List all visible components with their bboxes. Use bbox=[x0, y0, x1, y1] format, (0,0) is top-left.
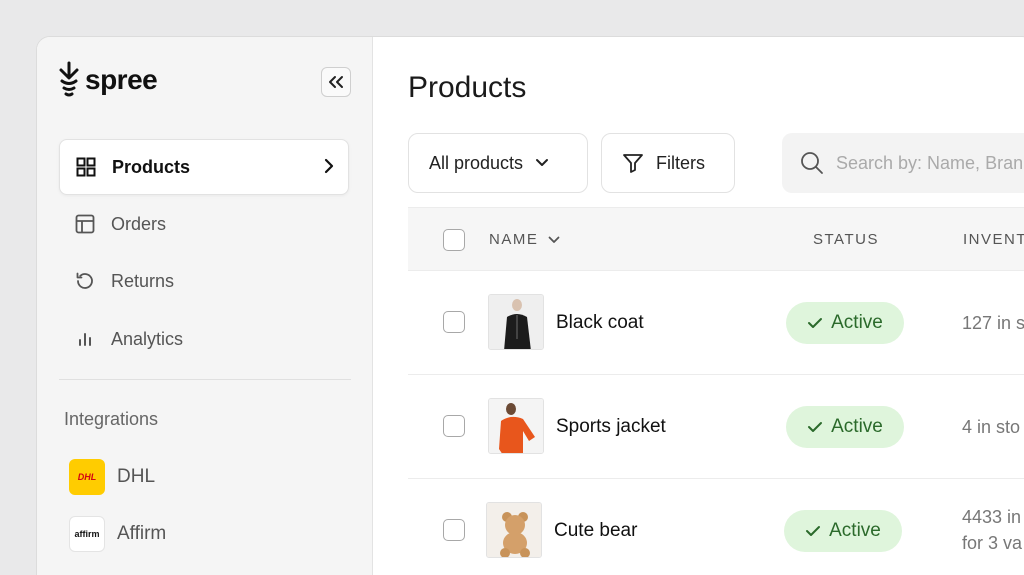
check-icon bbox=[806, 526, 821, 536]
sidebar-item-analytics[interactable]: Analytics bbox=[59, 311, 349, 367]
table-row[interactable]: Cute bear Active 4433 in for 3 va bbox=[408, 479, 1024, 575]
sidebar-item-label: Analytics bbox=[111, 328, 184, 349]
integration-dhl[interactable]: DHL DHL bbox=[69, 459, 155, 495]
filters-label: Filters bbox=[656, 152, 705, 173]
product-thumbnail bbox=[488, 294, 544, 350]
bar-chart-icon bbox=[79, 333, 91, 346]
integration-label: DHL bbox=[117, 466, 156, 487]
products-table: NAME STATUS INVENT Black coat Active 127… bbox=[408, 207, 1024, 575]
status-badge: Active bbox=[784, 510, 902, 552]
check-icon bbox=[808, 318, 823, 328]
inventory-line: 4433 in bbox=[962, 507, 1022, 527]
grid-icon bbox=[76, 157, 96, 177]
search-icon bbox=[801, 152, 823, 174]
chevron-down-icon bbox=[548, 236, 560, 243]
status-label: Active bbox=[831, 416, 883, 437]
collapse-sidebar-button[interactable] bbox=[321, 67, 351, 97]
sidebar-divider bbox=[59, 379, 351, 380]
table-row[interactable]: Black coat Active 127 in st bbox=[408, 271, 1024, 375]
search-placeholder: Search by: Name, Bran bbox=[836, 152, 1024, 173]
dhl-logo-icon: DHL bbox=[69, 459, 105, 495]
integration-label: Affirm bbox=[117, 523, 167, 544]
column-inventory-header[interactable]: INVENT bbox=[963, 231, 1024, 248]
sidebar-item-orders[interactable]: Orders bbox=[59, 196, 349, 252]
row-checkbox[interactable] bbox=[443, 519, 465, 541]
page-title: Products bbox=[408, 71, 527, 104]
sidebar-item-label: Products bbox=[112, 156, 191, 177]
product-name[interactable]: Sports jacket bbox=[556, 416, 666, 438]
column-name-label: NAME bbox=[489, 231, 539, 248]
table-header: NAME STATUS INVENT bbox=[408, 207, 1024, 271]
search-input[interactable]: Search by: Name, Bran bbox=[782, 133, 1024, 193]
sidebar-item-label: Orders bbox=[111, 213, 167, 234]
affirm-logo-icon: affirm bbox=[69, 516, 105, 552]
spree-logo-icon bbox=[59, 61, 79, 97]
integration-affirm[interactable]: affirm Affirm bbox=[69, 516, 166, 552]
column-status-header[interactable]: STATUS bbox=[813, 231, 879, 248]
status-label: Active bbox=[831, 312, 883, 333]
inventory-line: for 3 va bbox=[962, 533, 1023, 553]
sports-jacket-image-icon bbox=[489, 399, 543, 453]
chevron-right-icon bbox=[324, 158, 334, 174]
status-badge: Active bbox=[786, 406, 904, 448]
integrations-heading: Integrations bbox=[64, 409, 159, 429]
inventory-value: 4433 in for 3 va bbox=[962, 504, 1022, 556]
filter-icon bbox=[623, 154, 643, 173]
row-checkbox[interactable] bbox=[443, 311, 465, 333]
black-coat-image-icon bbox=[489, 295, 543, 349]
sidebar-item-returns[interactable]: Returns bbox=[59, 253, 349, 309]
app-window: spree Products Orders Returns Analytics … bbox=[36, 36, 1024, 575]
product-name[interactable]: Black coat bbox=[556, 312, 644, 334]
chevron-down-icon bbox=[536, 159, 549, 166]
status-badge: Active bbox=[786, 302, 904, 344]
inventory-line: 127 in st bbox=[962, 313, 1024, 333]
product-name[interactable]: Cute bear bbox=[554, 520, 637, 542]
all-products-dropdown[interactable]: All products bbox=[408, 133, 588, 193]
dropdown-label: All products bbox=[429, 152, 524, 173]
column-status-label: STATUS bbox=[813, 231, 879, 248]
inventory-line: 4 in sto bbox=[962, 417, 1021, 437]
status-label: Active bbox=[829, 520, 881, 541]
sidebar-item-label: Returns bbox=[111, 270, 175, 291]
column-name-header[interactable]: NAME bbox=[489, 231, 560, 248]
check-icon bbox=[808, 422, 823, 432]
product-thumbnail bbox=[486, 502, 542, 558]
sidebar: spree Products Orders Returns Analytics … bbox=[37, 37, 373, 575]
double-chevron-left-icon bbox=[329, 76, 343, 88]
row-checkbox[interactable] bbox=[443, 415, 465, 437]
inventory-value: 4 in sto bbox=[962, 414, 1020, 440]
inventory-value: 127 in st bbox=[962, 310, 1024, 336]
table-row[interactable]: Sports jacket Active 4 in sto bbox=[408, 375, 1024, 479]
brand-name: spree bbox=[85, 64, 158, 95]
sidebar-item-products[interactable]: Products bbox=[59, 139, 349, 195]
main-content: Products All products Filters Search by:… bbox=[374, 37, 1024, 575]
teddy-bear-image-icon bbox=[487, 503, 541, 557]
return-icon bbox=[76, 272, 93, 289]
column-inventory-label: INVENT bbox=[963, 231, 1024, 248]
product-thumbnail bbox=[488, 398, 544, 454]
table-icon bbox=[75, 214, 95, 234]
filters-button[interactable]: Filters bbox=[601, 133, 735, 193]
select-all-checkbox[interactable] bbox=[443, 229, 465, 251]
brand-logo[interactable]: spree bbox=[57, 61, 158, 99]
